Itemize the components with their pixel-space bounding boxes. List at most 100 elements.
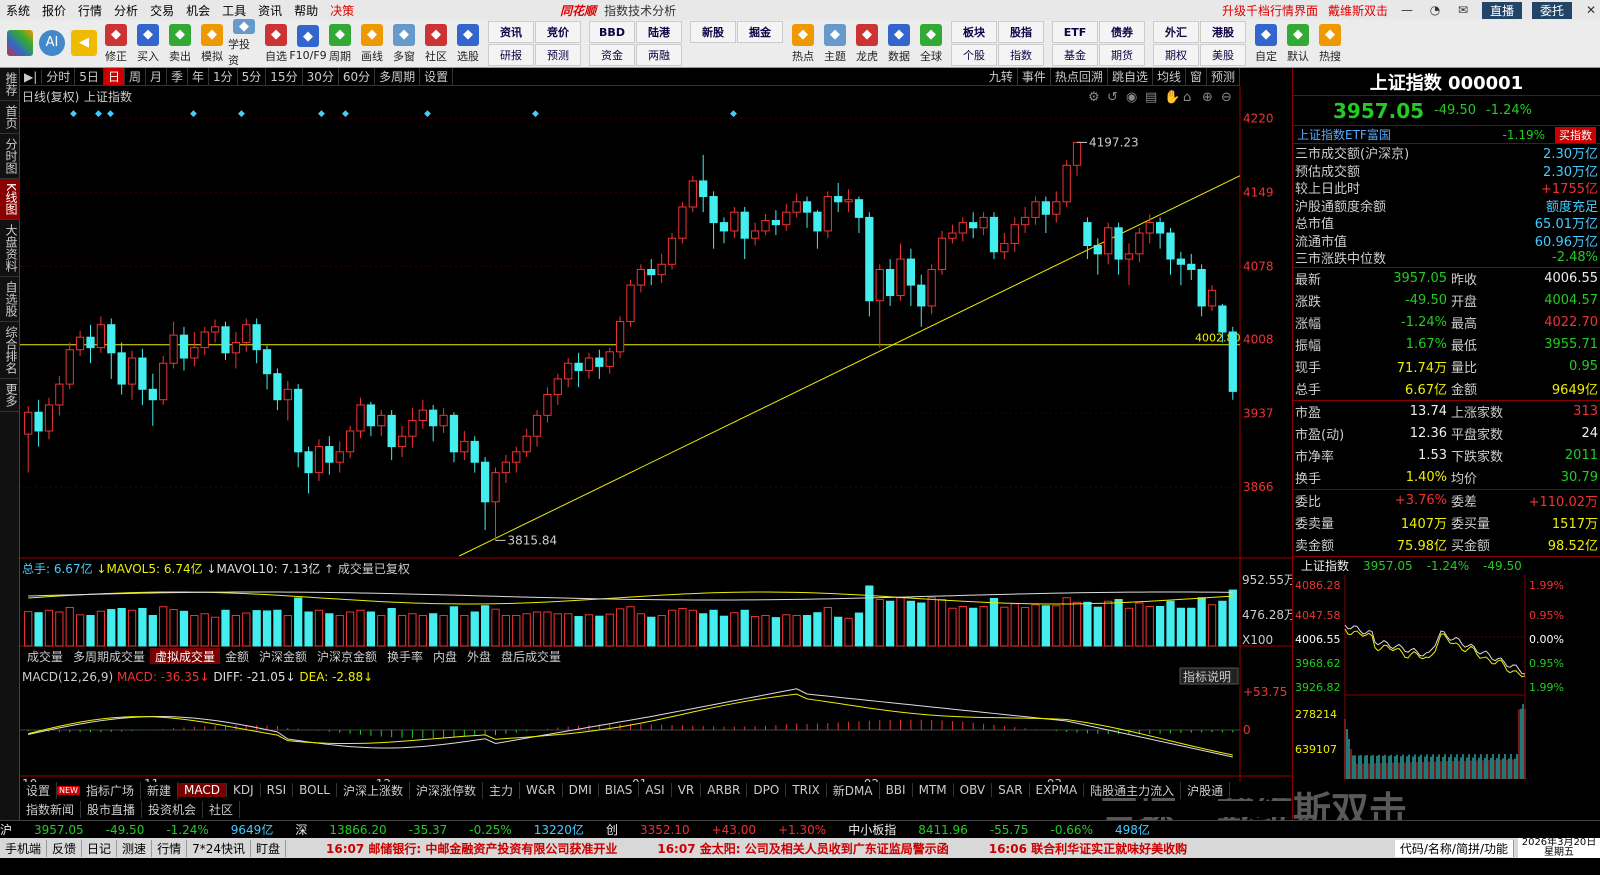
tb-grid-item[interactable]: 预测: [535, 44, 581, 66]
indicator-tab-2[interactable]: 指标广场: [80, 781, 141, 799]
indicator-tab-18[interactable]: TRIX: [786, 783, 827, 797]
indicator-tab-19[interactable]: 新DMA: [827, 781, 880, 799]
chart-tool-3[interactable]: 跳自选: [1108, 68, 1153, 85]
chart-tool-1[interactable]: 事件: [1018, 68, 1051, 85]
left-rail-0[interactable]: 推荐: [0, 68, 20, 101]
toolbar-button-数据[interactable]: ◆ 数据: [883, 21, 915, 67]
period-6[interactable]: 年: [188, 68, 210, 85]
tb-grid-item[interactable]: 资金: [589, 44, 635, 66]
chart-tool-5[interactable]: 窗: [1186, 68, 1207, 85]
bell-icon[interactable]: ◔: [1426, 3, 1444, 17]
toolbar-button-社区[interactable]: ◆ 社区: [420, 21, 452, 67]
status-item-5[interactable]: 7*24快讯: [187, 839, 251, 857]
indicator-tab-24[interactable]: EXPMA: [1030, 783, 1085, 797]
indicator-tab-26[interactable]: 沪股通: [1181, 781, 1231, 799]
indicator-tab-20[interactable]: BBI: [880, 783, 913, 797]
left-rail-6[interactable]: 综合排名: [0, 322, 20, 379]
period-0[interactable]: 分时: [42, 68, 76, 85]
etf-name[interactable]: 上证指数ETF富国: [1297, 126, 1391, 143]
kline-chart-svg[interactable]: 日线(复权) 上证指数 ⚙ ↺ ◉ ▤ ✋ ⌂ ⊕ ⊖ ◆ ◆ ◆ ◆ ◆ ◆ ◆ ◆ ◆ ◆ 4220 4149 4078…: [20, 86, 1296, 800]
indicator-tab-23[interactable]: SAR: [992, 783, 1030, 797]
bottom-tab-3[interactable]: 社区: [203, 800, 241, 818]
app-logo[interactable]: [4, 21, 36, 67]
period-9[interactable]: 15分: [266, 68, 303, 85]
menu-item-9[interactable]: 决策: [324, 2, 360, 19]
tb-grid-item[interactable]: 股指: [998, 21, 1044, 43]
left-rail-1[interactable]: 首页: [0, 101, 20, 134]
tb-grid-item[interactable]: 港股: [1200, 21, 1246, 43]
news-item-1[interactable]: 16:07 金太阳: 公司及相关人员收到广东证监局警示函: [657, 840, 948, 857]
trade-button[interactable]: 委托: [1531, 1, 1572, 19]
tb-grid-item[interactable]: 期货: [1099, 44, 1145, 66]
period-13[interactable]: 设置: [420, 68, 454, 85]
left-rail-5[interactable]: 自选股: [0, 277, 20, 322]
toolbar-button-学投资[interactable]: ◆ 学投资: [228, 19, 260, 67]
tb-grid-item[interactable]: 掘金: [737, 21, 783, 43]
status-item-6[interactable]: 盯盘: [251, 839, 286, 857]
etf-row[interactable]: 上证指数ETF富国 -1.19% 买指数: [1293, 126, 1600, 144]
indicator-tab-22[interactable]: OBV: [954, 783, 993, 797]
period-2[interactable]: 日: [103, 68, 125, 85]
menu-item-1[interactable]: 报价: [36, 2, 72, 19]
menu-item-6[interactable]: 工具: [216, 2, 252, 19]
indicator-tab-7[interactable]: BOLL: [293, 783, 337, 797]
status-item-1[interactable]: 反馈: [47, 839, 83, 857]
chart-tool-6[interactable]: 预测: [1207, 68, 1240, 85]
tb-grid-item[interactable]: 板块: [951, 21, 997, 43]
ai-button[interactable]: AI: [36, 21, 68, 67]
indicator-tab-25[interactable]: 陆股通主力流入: [1084, 781, 1182, 799]
period-8[interactable]: 5分: [238, 68, 267, 85]
toolbar-button-多窗[interactable]: ◆ 多窗: [388, 21, 420, 67]
tb-grid-item[interactable]: 外汇: [1153, 21, 1199, 43]
toolbar-button-模拟[interactable]: ◆ 模拟: [196, 21, 228, 67]
tb-grid-item[interactable]: 期权: [1153, 44, 1199, 66]
back-button[interactable]: ◀: [68, 21, 100, 67]
menu-item-8[interactable]: 帮助: [288, 2, 324, 19]
indicator-tab-3[interactable]: 新建: [141, 781, 178, 799]
toolbar-button-周期[interactable]: ◆ 周期: [324, 21, 356, 67]
indicator-tab-5[interactable]: KDJ: [227, 783, 261, 797]
menu-item-7[interactable]: 资讯: [252, 2, 288, 19]
tb-grid-item[interactable]: 债券: [1099, 21, 1145, 43]
period-5[interactable]: 季: [167, 68, 188, 85]
bottom-tab-0[interactable]: 指数新闻: [20, 800, 82, 818]
menu-item-4[interactable]: 交易: [144, 2, 180, 19]
indicator-tab-16[interactable]: ARBR: [701, 783, 748, 797]
menu-link-1[interactable]: 戴维斯双击: [1328, 2, 1388, 19]
tb-grid-item[interactable]: ETF: [1052, 21, 1098, 43]
close-icon[interactable]: ✕: [1582, 3, 1600, 17]
indicator-tab-12[interactable]: DMI: [563, 783, 599, 797]
tb-grid-item[interactable]: 竞价: [535, 21, 581, 43]
period-3[interactable]: 周: [125, 68, 146, 85]
menu-item-5[interactable]: 机会: [180, 2, 216, 19]
indicator-tab-13[interactable]: BIAS: [599, 783, 640, 797]
indicator-tab-17[interactable]: DPO: [747, 783, 787, 797]
chart-tool-0[interactable]: 九转: [985, 68, 1018, 85]
prev-arrow-icon[interactable]: ▶|: [20, 69, 43, 84]
toolbar-button-画线[interactable]: ◆ 画线: [356, 21, 388, 67]
toolbar-button-主题[interactable]: ◆ 主题: [819, 21, 851, 67]
news-item-0[interactable]: 16:07 邮储银行: 中邮金融资产投资有限公司获准开业: [326, 840, 617, 857]
period-1[interactable]: 5日: [75, 68, 104, 85]
news-item-2[interactable]: 16:06 联合利华证实正就味好美收购: [989, 840, 1187, 857]
bottom-tab-1[interactable]: 股市直播: [81, 800, 143, 818]
menu-item-0[interactable]: 系统: [0, 2, 36, 19]
indicator-tab-6[interactable]: RSI: [261, 783, 294, 797]
live-button[interactable]: 直播: [1481, 1, 1522, 19]
chart-tool-4[interactable]: 均线: [1153, 68, 1186, 85]
toolbar-button-默认[interactable]: ◆ 默认: [1282, 21, 1314, 67]
indicator-tab-15[interactable]: VR: [672, 783, 702, 797]
toolbar-button-F10/F9[interactable]: ◆ F10/F9: [289, 21, 327, 67]
toolbar-button-买入[interactable]: ◆ 买入: [132, 21, 164, 67]
mini-chart[interactable]: 上证指数 3957.05 -1.24% -49.50 4086.28 4047.5…: [1293, 555, 1600, 782]
indicator-tab-21[interactable]: MTM: [913, 783, 954, 797]
period-4[interactable]: 月: [146, 68, 167, 85]
period-12[interactable]: 多周期: [375, 68, 421, 85]
toolbar-button-自选[interactable]: ◆ 自选: [260, 21, 292, 67]
period-7[interactable]: 1分: [209, 68, 238, 85]
period-10[interactable]: 30分: [303, 68, 339, 85]
indicator-tab-0[interactable]: 设置: [20, 781, 58, 799]
menu-item-2[interactable]: 行情: [72, 2, 108, 19]
chart-tool-2[interactable]: 热点回溯: [1051, 68, 1108, 85]
minimize-icon[interactable]: —: [1398, 3, 1416, 17]
